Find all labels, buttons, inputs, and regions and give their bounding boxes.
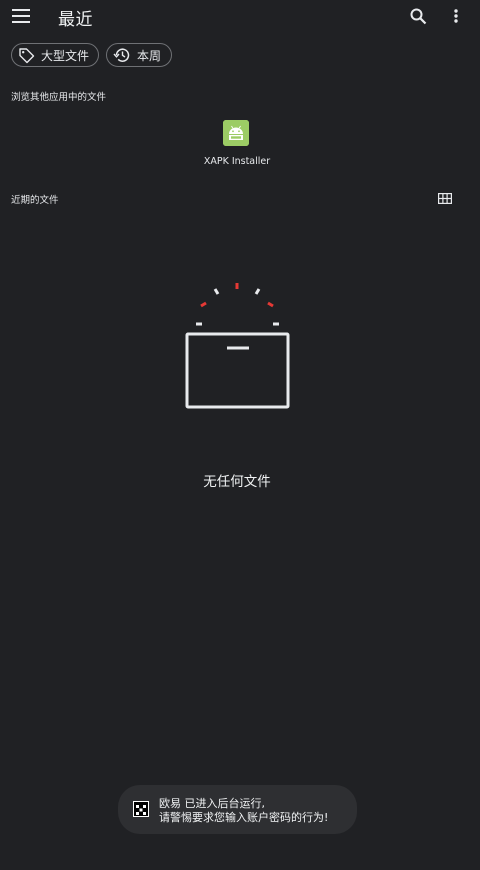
chip-large-files[interactable]: 大型文件 [11,43,99,67]
menu-icon [12,9,30,23]
menu-button[interactable] [7,2,35,30]
app-bar: 最近 [0,0,480,34]
files-app-screen: 最近 大型文件 本周 浏览其他应用中的文件 XAPK Installer 近期的… [0,0,480,870]
search-button[interactable] [404,2,432,30]
search-icon [410,8,426,24]
okx-app-icon [133,801,149,817]
android-icon [223,120,249,146]
app-tile-xapk-installer[interactable]: XAPK Installer [192,116,282,172]
tag-icon [18,46,35,64]
history-icon [113,46,131,64]
toast-notification: 欧易 已进入后台运行, 请警惕要求您输入账户密码的行为! [118,785,357,834]
recent-files-heading: 近期的文件 [11,195,59,206]
empty-box-icon [180,276,296,416]
app-tile-label: XAPK Installer [203,156,271,167]
grid-view-toggle-button[interactable] [431,184,459,212]
grid-view-icon [438,192,452,204]
chip-this-week[interactable]: 本周 [106,43,172,67]
chip-label: 大型文件 [41,48,90,63]
browse-apps-heading: 浏览其他应用中的文件 [11,92,107,103]
toast-message-line2: 请警惕要求您输入账户密码的行为! [159,811,329,824]
empty-state-message: 无任何文件 [203,474,271,490]
more-vert-icon [454,9,458,23]
chip-label: 本周 [137,48,162,63]
more-options-button[interactable] [442,2,470,30]
page-title: 最近 [58,10,93,30]
